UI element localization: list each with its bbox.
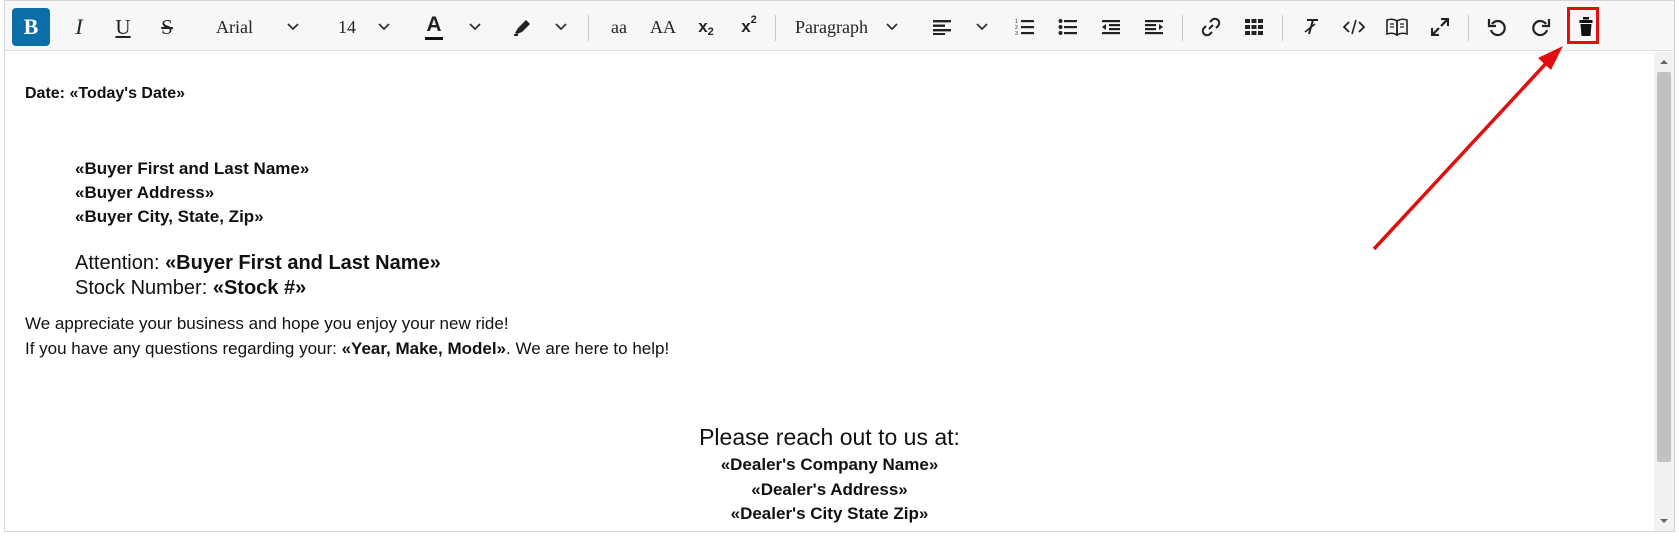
- scroll-down-arrow-icon: [1660, 519, 1668, 523]
- clear-format-icon: [1304, 19, 1318, 35]
- attention-line: Attention: «Buyer First and Last Name»: [75, 252, 441, 275]
- text-color-bar: [425, 36, 443, 40]
- rich-text-editor: B I U S Arial 14 A aa AA x 2 x 2 Paragra…: [4, 0, 1675, 532]
- preview-button[interactable]: [1380, 10, 1414, 44]
- highlight-color-dropdown[interactable]: [551, 10, 571, 44]
- text-color-dropdown[interactable]: [465, 10, 485, 44]
- redo-icon: [1532, 19, 1551, 37]
- ordered-list-icon: 1 2 3: [1015, 19, 1034, 36]
- toolbar-separator: [775, 15, 776, 41]
- vertical-scrollbar[interactable]: [1654, 52, 1674, 531]
- stock-label: Stock Number:: [75, 277, 213, 299]
- chevron-down-icon: [886, 23, 898, 31]
- block-format-value: Paragraph: [795, 16, 868, 37]
- font-size-select[interactable]: 14: [330, 10, 400, 44]
- font-size-value: 14: [338, 16, 356, 37]
- italic-button[interactable]: I: [59, 10, 99, 44]
- chevron-down-icon: [555, 23, 567, 31]
- stock-line: Stock Number: «Stock #»: [75, 277, 306, 300]
- editor-content[interactable]: Date: «Today's Date» «Buyer First and La…: [5, 52, 1654, 531]
- buyer-name: «Buyer First and Last Name»: [75, 159, 310, 178]
- attention-field: «Buyer First and Last Name»: [165, 252, 441, 274]
- indent-button[interactable]: [1137, 10, 1171, 44]
- lowercase-button[interactable]: aa: [602, 10, 636, 44]
- bold-label: B: [23, 14, 39, 39]
- fullscreen-button[interactable]: [1423, 10, 1457, 44]
- scrollbar-thumb[interactable]: [1657, 72, 1671, 462]
- questions-pre: If you have any questions regarding your…: [25, 339, 342, 358]
- undo-icon: [1487, 19, 1506, 37]
- outdent-button[interactable]: [1094, 10, 1128, 44]
- ordered-list-button[interactable]: 1 2 3: [1008, 10, 1042, 44]
- editor-toolbar: B I U S Arial 14 A aa AA x 2 x 2 Paragra…: [5, 1, 1674, 51]
- clear-formatting-button[interactable]: [1294, 10, 1328, 44]
- appreciate-line: We appreciate your business and hope you…: [25, 314, 509, 333]
- superscript-mark: 2: [750, 14, 757, 26]
- buyer-city: «Buyer City, State, Zip»: [75, 207, 264, 226]
- subscript-mark: 2: [707, 26, 714, 38]
- questions-line: If you have any questions regarding your…: [25, 339, 669, 359]
- questions-post: . We are here to help!: [506, 339, 670, 358]
- code-view-button[interactable]: [1337, 10, 1371, 44]
- scroll-up-arrow-icon: [1660, 60, 1668, 64]
- superscript-base: x: [741, 17, 751, 36]
- align-left-icon: [933, 20, 951, 35]
- dealer-company: «Dealer's Company Name»: [720, 455, 939, 474]
- highlight-box: [1567, 7, 1599, 44]
- text-color-letter: A: [426, 12, 442, 36]
- book-open-icon: [1386, 18, 1408, 36]
- text-color-button[interactable]: A: [419, 10, 449, 44]
- date-field: «Today's Date»: [69, 85, 186, 102]
- dealer-city: «Dealer's City State Zip»: [730, 504, 929, 523]
- underline-label: U: [115, 14, 131, 39]
- code-icon: [1343, 19, 1365, 35]
- highlight-color-button[interactable]: [505, 10, 539, 44]
- chevron-down-icon: [378, 23, 390, 31]
- date-label: Date:: [25, 85, 70, 102]
- chevron-down-icon: [287, 23, 299, 31]
- bold-button[interactable]: B: [12, 8, 50, 46]
- italic-label: I: [75, 14, 83, 39]
- indent-icon: [1145, 20, 1163, 35]
- chevron-down-icon: [976, 23, 988, 31]
- undo-button[interactable]: [1480, 10, 1514, 44]
- date-line: Date: «Today's Date»: [25, 85, 185, 103]
- outdent-icon: [1102, 20, 1120, 35]
- insert-link-button[interactable]: [1194, 10, 1228, 44]
- underline-button[interactable]: U: [103, 10, 143, 44]
- questions-field: «Year, Make, Model»: [341, 339, 507, 358]
- attention-label: Attention:: [75, 252, 166, 274]
- superscript-button[interactable]: x2: [732, 10, 766, 44]
- strikethrough-button[interactable]: S: [147, 10, 187, 44]
- uppercase-label: AA: [650, 16, 676, 37]
- stock-field: «Stock #»: [212, 277, 307, 299]
- align-button[interactable]: [925, 10, 959, 44]
- dealer-address: «Dealer's Address»: [751, 480, 908, 499]
- marker-icon: [514, 20, 530, 36]
- chevron-down-icon: [469, 23, 481, 31]
- font-family-select[interactable]: Arial: [210, 10, 310, 44]
- svg-text:3: 3: [1015, 31, 1018, 36]
- toolbar-separator: [1282, 15, 1283, 41]
- reach-out-line: Please reach out to us at:: [699, 424, 960, 450]
- buyer-address: «Buyer Address»: [75, 183, 215, 202]
- link-icon: [1201, 17, 1221, 37]
- table-grid-icon: [1245, 19, 1263, 35]
- subscript-base: x: [698, 17, 708, 36]
- redo-button[interactable]: [1524, 10, 1558, 44]
- strikethrough-label: S: [161, 14, 173, 39]
- bullet-list-icon: [1058, 19, 1077, 35]
- toolbar-separator: [1182, 15, 1183, 41]
- subscript-button[interactable]: x2: [689, 10, 723, 44]
- toolbar-separator: [1468, 15, 1469, 41]
- unordered-list-button[interactable]: [1051, 10, 1085, 44]
- font-family-value: Arial: [216, 16, 253, 37]
- uppercase-button[interactable]: AA: [643, 10, 683, 44]
- block-format-select[interactable]: Paragraph: [789, 10, 907, 44]
- insert-table-button[interactable]: [1237, 10, 1271, 44]
- toolbar-separator: [588, 15, 589, 41]
- expand-icon: [1431, 18, 1449, 36]
- lowercase-label: aa: [611, 16, 627, 37]
- align-dropdown[interactable]: [972, 10, 992, 44]
